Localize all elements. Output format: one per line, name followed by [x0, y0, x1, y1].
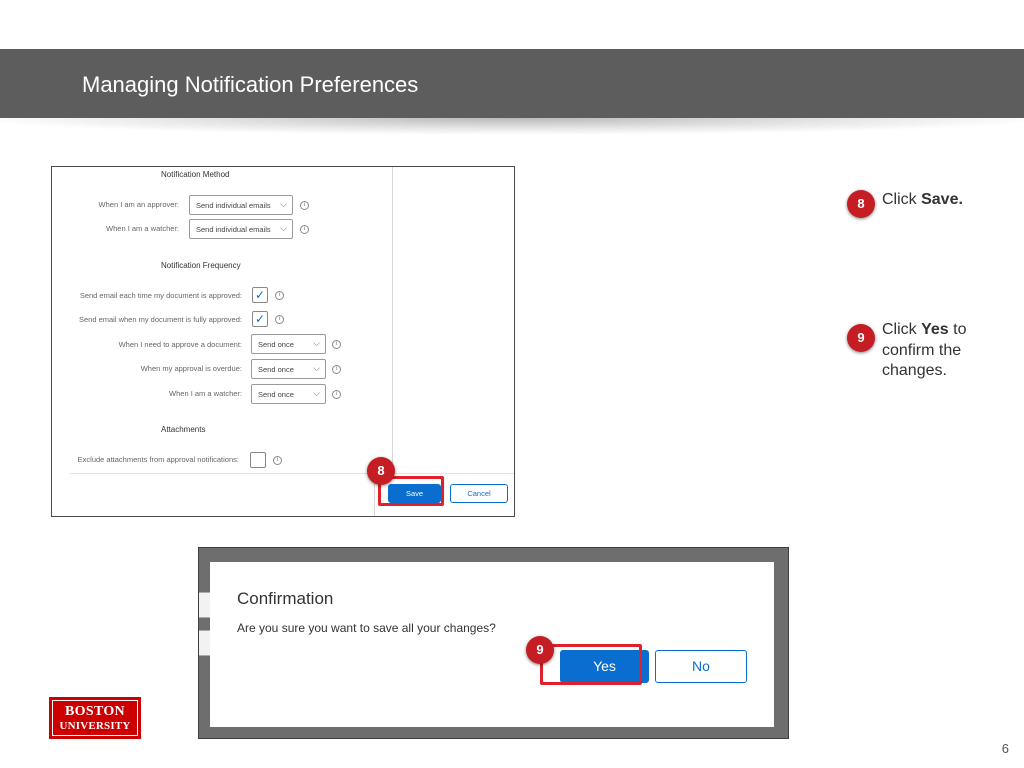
select-value: Send once — [258, 340, 294, 349]
logo-line-2: UNIVERSITY — [59, 720, 131, 732]
approved-email-checkbox[interactable]: ✓ — [252, 287, 268, 303]
overdue-frequency-select[interactable]: Send once ⌵ — [251, 359, 326, 379]
row-label: Send email each time my document is appr… — [79, 291, 242, 300]
page-number: 6 — [1001, 741, 1009, 756]
instruction-badge-9: 9 — [847, 324, 875, 352]
select-value: Send once — [258, 390, 294, 399]
info-icon[interactable]: i — [332, 365, 341, 374]
fully-approved-email-checkbox[interactable]: ✓ — [252, 311, 268, 327]
row-label: When I am an approver: — [98, 200, 179, 209]
row-label: When I need to approve a document: — [118, 340, 242, 349]
row-label: When I am a watcher: — [169, 389, 242, 398]
info-icon[interactable]: i — [332, 390, 341, 399]
chevron-down-icon: ⌵ — [313, 388, 320, 398]
confirmation-dialog: Confirmation Are you sure you want to sa… — [210, 562, 774, 727]
watcher-frequency-select[interactable]: Send once ⌵ — [251, 384, 326, 404]
step-badge-8: 8 — [367, 457, 395, 485]
notification-preferences-screenshot: Notification Method When I am an approve… — [51, 166, 515, 517]
chevron-down-icon: ⌵ — [280, 199, 287, 209]
exclude-attachments-checkbox[interactable] — [250, 452, 266, 468]
chevron-down-icon: ⌵ — [280, 223, 287, 233]
info-icon[interactable]: i — [300, 225, 309, 234]
cancel-button[interactable]: Cancel — [450, 484, 508, 503]
section-heading-attachments: Attachments — [161, 425, 206, 434]
logo-line-1: BOSTON — [65, 704, 125, 719]
instruction-text: Click — [882, 321, 922, 338]
watcher-method-select[interactable]: Send individual emails ⌵ — [189, 219, 293, 239]
select-value: Send once — [258, 365, 294, 374]
approver-method-select[interactable]: Send individual emails ⌵ — [189, 195, 293, 215]
background-row-edge — [199, 592, 210, 618]
info-icon[interactable]: i — [332, 340, 341, 349]
background-row-edge — [199, 630, 210, 656]
instruction-emphasis: Save. — [921, 191, 963, 208]
chevron-down-icon: ⌵ — [313, 338, 320, 348]
confirmation-dialog-screenshot: Confirmation Are you sure you want to sa… — [198, 547, 789, 739]
row-label: Send email when my document is fully app… — [78, 315, 242, 324]
section-heading-notification-method: Notification Method — [161, 170, 230, 179]
info-icon[interactable]: i — [273, 456, 282, 465]
divider — [392, 167, 393, 467]
info-icon[interactable]: i — [300, 201, 309, 210]
step-badge-9: 9 — [526, 636, 554, 664]
logo-frame: BOSTON UNIVERSITY — [52, 700, 138, 736]
boston-university-logo: BOSTON UNIVERSITY — [49, 697, 141, 739]
chevron-down-icon: ⌵ — [313, 363, 320, 373]
dialog-message: Are you sure you want to save all your c… — [237, 621, 496, 635]
row-label: When I am a watcher: — [106, 224, 179, 233]
instruction-emphasis: Yes — [921, 321, 949, 338]
approve-frequency-select[interactable]: Send once ⌵ — [251, 334, 326, 354]
instruction-step-8: Click Save. — [882, 190, 1012, 211]
select-value: Send individual emails — [196, 201, 271, 210]
instruction-text: Click — [882, 191, 922, 208]
no-button[interactable]: No — [655, 650, 747, 683]
divider — [70, 473, 514, 474]
info-icon[interactable]: i — [275, 315, 284, 324]
row-label: When my approval is overdue: — [140, 364, 242, 373]
slide-title: Managing Notification Preferences — [82, 72, 419, 97]
checkmark-icon: ✓ — [254, 312, 266, 326]
select-value: Send individual emails — [196, 225, 271, 234]
dialog-title: Confirmation — [237, 589, 334, 608]
yes-highlight-box — [540, 644, 642, 685]
title-bar-shadow — [0, 118, 1024, 134]
section-heading-notification-frequency: Notification Frequency — [161, 261, 241, 270]
info-icon[interactable]: i — [275, 291, 284, 300]
instruction-badge-8: 8 — [847, 190, 875, 218]
checkmark-icon: ✓ — [254, 288, 266, 302]
instruction-step-9: Click Yes to confirm the changes. — [882, 320, 982, 382]
row-label: Exclude attachments from approval notifi… — [77, 455, 239, 464]
